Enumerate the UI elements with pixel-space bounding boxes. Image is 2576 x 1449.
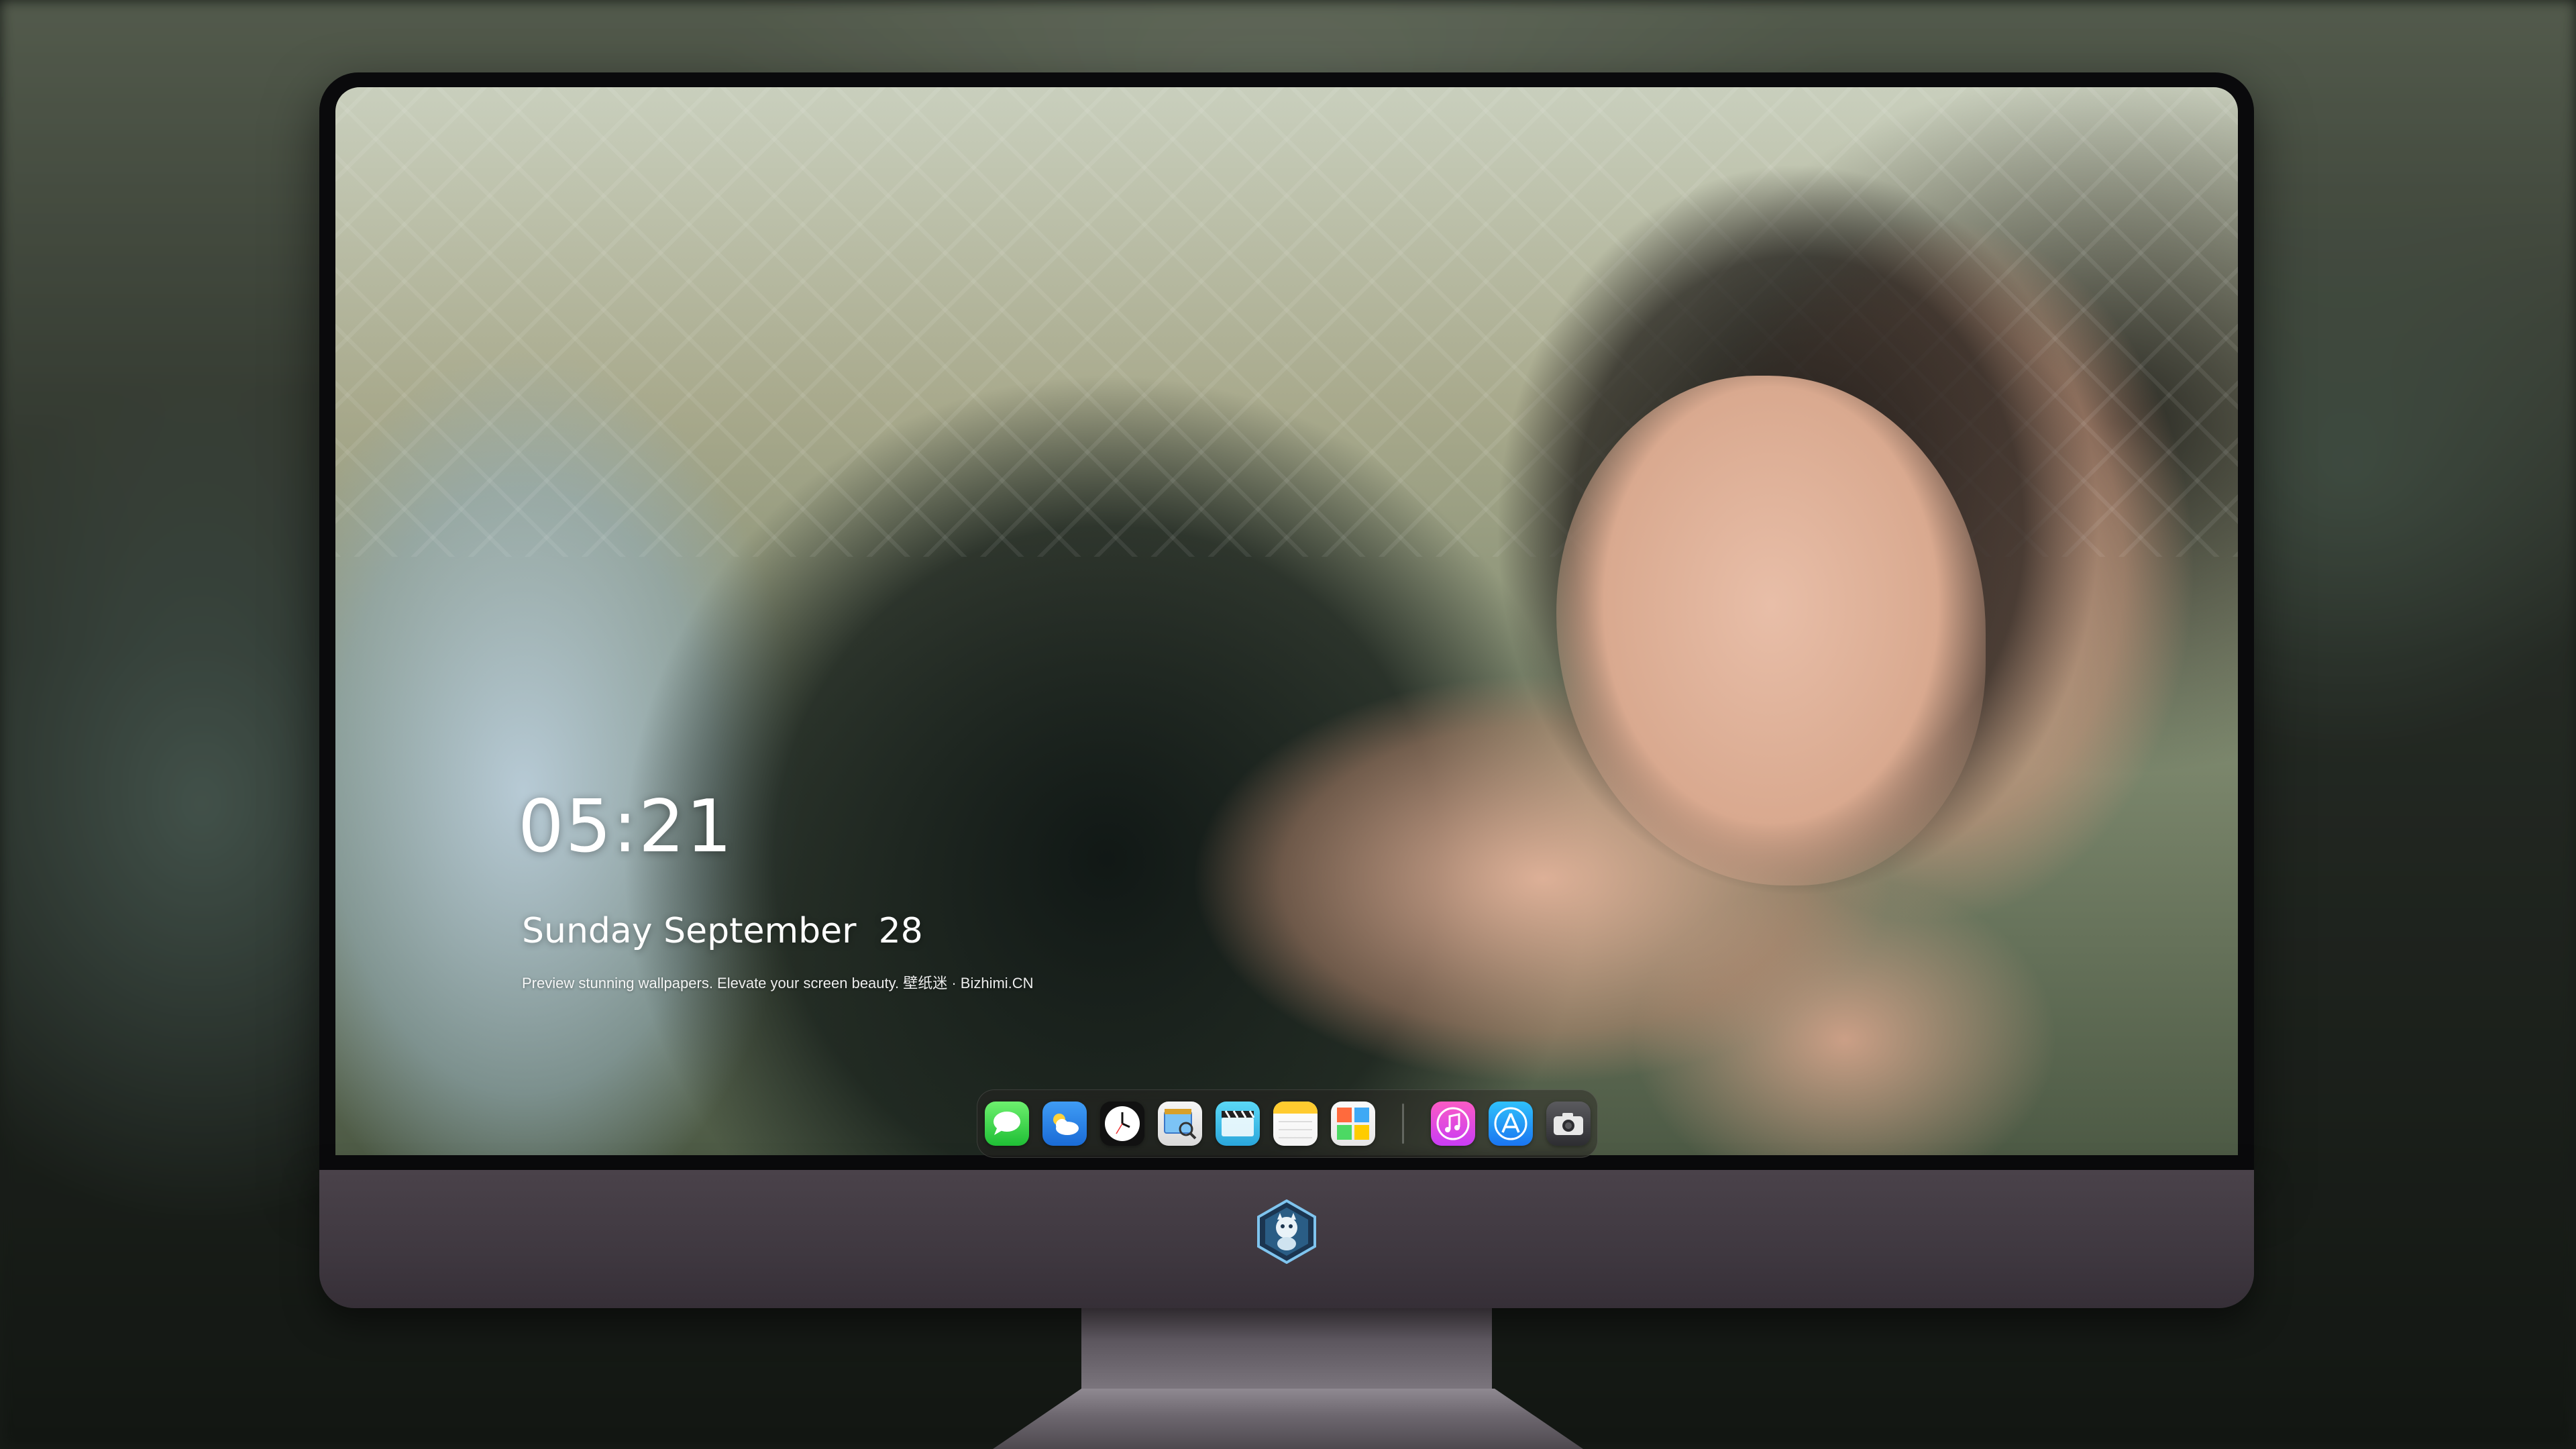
monitor-chin [319,1170,2254,1308]
app-store-icon[interactable] [1488,1102,1533,1146]
monitor-stand-base [993,1389,1583,1449]
cloud-sun-icon [1053,1114,1079,1135]
photos-icon[interactable] [1330,1102,1375,1146]
dock-separator [1401,1104,1404,1144]
lock-screen-date: Sunday September 28 [522,911,923,951]
camera-lens-icon [1553,1113,1583,1135]
brand-logo-icon [1257,1199,1316,1264]
music-note-icon [1436,1107,1469,1140]
monitor-stand-neck [1081,1308,1492,1389]
clips-icon[interactable] [1215,1102,1260,1146]
music-icon[interactable] [1430,1102,1475,1146]
weather-icon[interactable] [1042,1102,1087,1146]
monitor-bezel: 05:21 Sunday September 28 Preview stunni… [319,72,2254,1170]
clock-face-icon [1104,1106,1140,1141]
camera-icon[interactable] [1546,1102,1591,1146]
clock-icon[interactable] [1099,1102,1144,1146]
lock-screen-note: Preview stunning wallpapers. Elevate you… [522,975,1034,991]
app-store-a-icon [1494,1107,1527,1140]
speech-bubble-icon [993,1112,1020,1135]
clapperboard-icon [1221,1110,1254,1136]
lock-screen-time: 05:21 [518,785,734,869]
messages-icon[interactable] [984,1102,1029,1146]
notepad-icon [1273,1102,1318,1138]
photo-loupe-icon [1163,1109,1196,1140]
photo-grid-icon [1336,1108,1369,1140]
notes-icon[interactable] [1273,1102,1318,1146]
preview-icon[interactable] [1157,1102,1202,1146]
dock [977,1089,1598,1158]
monitor-screen: 05:21 Sunday September 28 Preview stunni… [335,87,2238,1155]
